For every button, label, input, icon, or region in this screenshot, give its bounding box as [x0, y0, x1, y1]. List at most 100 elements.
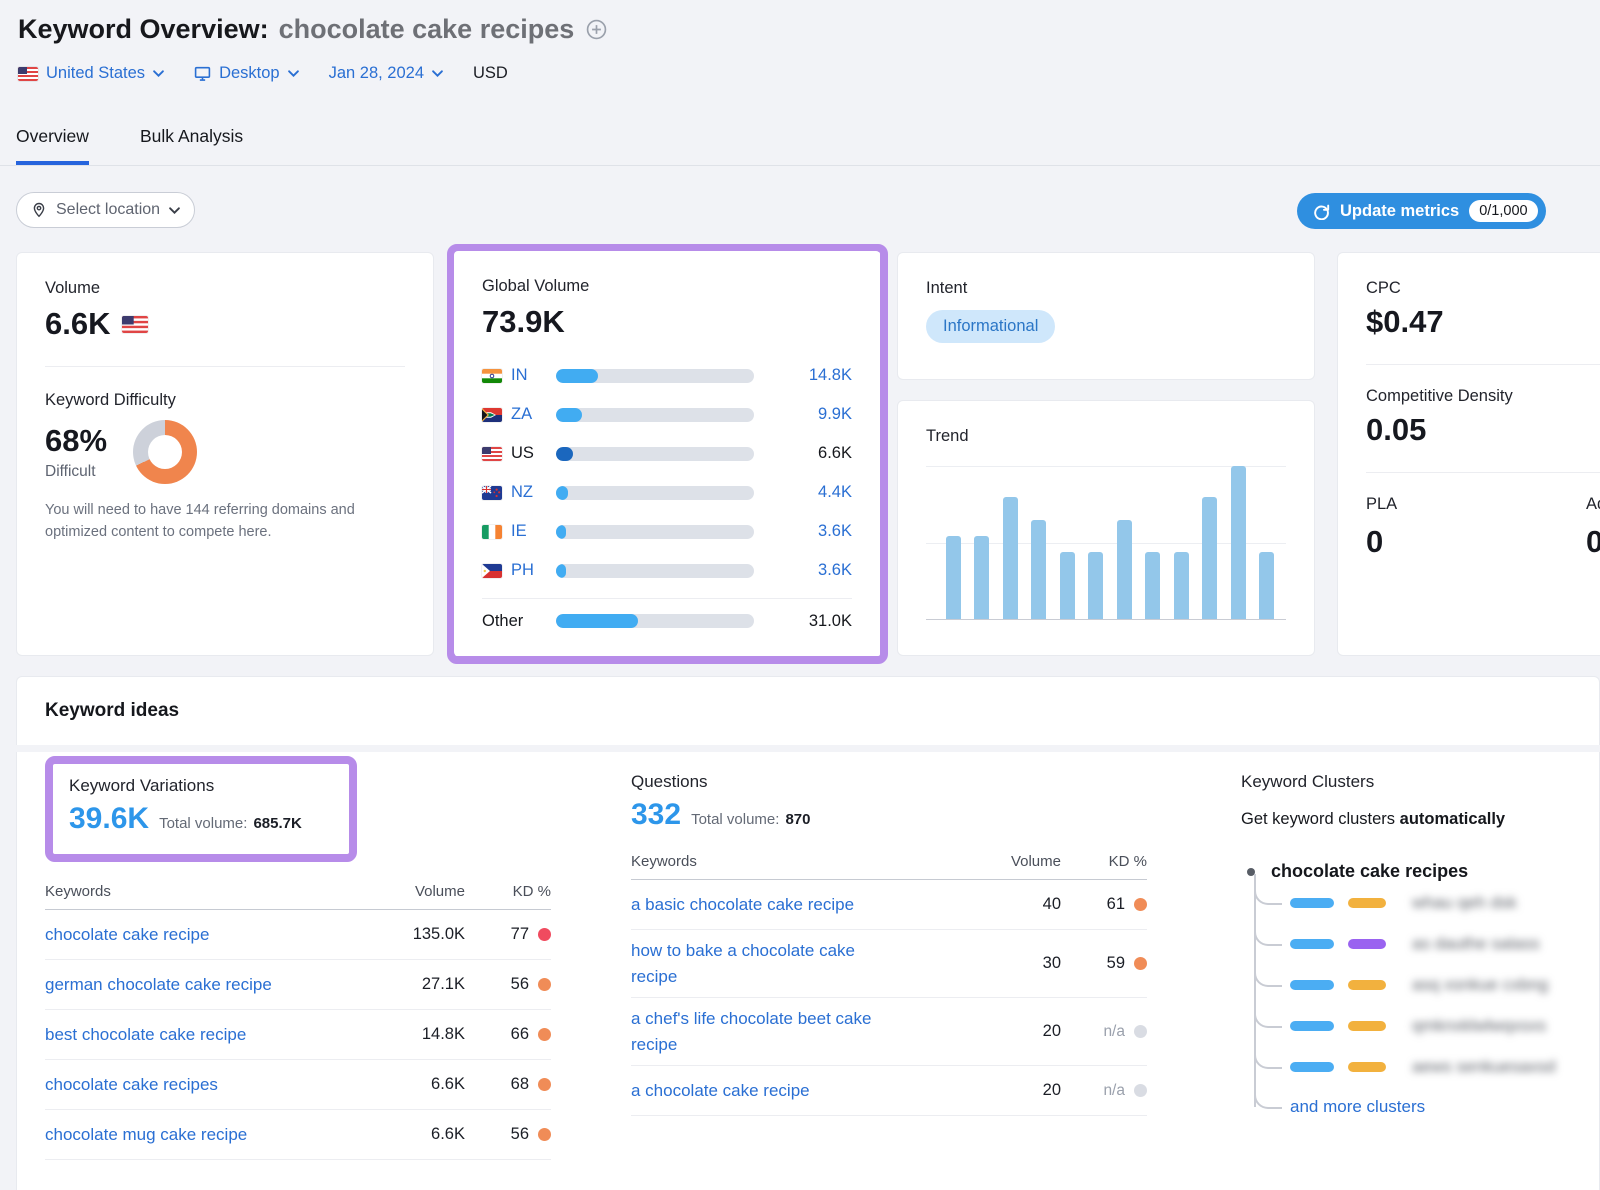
keywords-header: Keywords	[631, 853, 951, 870]
location-dropdown[interactable]: United States	[18, 64, 164, 83]
global-volume-list: IN 14.8K ZA 9.9K US 6.6K	[482, 356, 852, 590]
cluster-root: chocolate cake recipes	[1241, 861, 1579, 882]
variations-label: Keyword Variations	[69, 776, 333, 796]
kd-value: 56	[511, 1125, 529, 1144]
keyword-link[interactable]: how to bake a chocolate cake recipe	[631, 967, 903, 986]
volume-bar	[556, 369, 754, 383]
trend-bar	[946, 536, 961, 619]
keyword-volume: 20	[951, 1081, 1061, 1100]
cluster-pill-icon	[1348, 898, 1386, 908]
clusters-label: Keyword Clusters	[1241, 772, 1579, 792]
keyword-link[interactable]: chocolate cake recipes	[45, 1075, 218, 1094]
tab-bulk-analysis[interactable]: Bulk Analysis	[140, 126, 243, 161]
us-flag-icon	[18, 67, 38, 81]
trend-bar	[1231, 466, 1246, 619]
country-code-link[interactable]: IN	[511, 366, 547, 385]
update-metrics-button[interactable]: Update metrics 0/1,000	[1297, 193, 1546, 229]
cluster-pill-icon	[1348, 939, 1386, 949]
table-row: chocolate cake recipes 6.6K 68	[45, 1060, 551, 1110]
country-code-link[interactable]: ZA	[511, 405, 547, 424]
table-row: german chocolate cake recipe 27.1K 56	[45, 960, 551, 1010]
tab-overview[interactable]: Overview	[16, 126, 89, 165]
difficulty-label: Keyword Difficulty	[45, 391, 405, 410]
date-dropdown[interactable]: Jan 28, 2024	[329, 64, 443, 83]
cluster-item: as dauthe salass	[1254, 923, 1579, 964]
table-row: a chocolate cake recipe 20 n/a	[631, 1066, 1147, 1116]
keyword-link[interactable]: a chef's life chocolate beet cake recipe	[631, 1035, 903, 1054]
difficulty-note: You will need to have 144 referring doma…	[45, 500, 385, 544]
table-header: Keywords Volume KD %	[45, 874, 551, 910]
flag-ie-icon	[482, 525, 502, 539]
cluster-item-text-blurred: qmknxklwlwqxsxs	[1412, 1016, 1546, 1036]
chevron-down-icon	[169, 207, 180, 214]
country-volume: 9.9K	[763, 405, 852, 424]
flag-ph-icon	[482, 564, 502, 578]
volume-bar-fill	[556, 614, 638, 628]
keyword-link[interactable]: best chocolate cake recipe	[45, 1025, 246, 1044]
difficulty-dot	[538, 978, 551, 991]
date-label: Jan 28, 2024	[329, 64, 424, 83]
cpc-card: CPC $0.47 Competitive Density 0.05 PLA 0…	[1337, 252, 1600, 656]
kd-header: KD %	[465, 883, 551, 900]
add-keyword-icon[interactable]	[586, 19, 607, 40]
volume-bar-fill	[556, 447, 573, 461]
flag-us-icon	[482, 447, 502, 461]
keyword-link[interactable]: chocolate cake recipe	[45, 925, 209, 944]
difficulty-dot	[538, 928, 551, 941]
global-volume-row: US 6.6K	[482, 434, 852, 473]
device-label: Desktop	[219, 64, 280, 83]
kd-value: 77	[511, 925, 529, 944]
cluster-pill-icon	[1290, 898, 1334, 908]
more-clusters-link[interactable]: and more clusters	[1290, 1097, 1425, 1117]
chevron-down-icon	[153, 70, 164, 77]
country-code-link[interactable]: PH	[511, 561, 547, 580]
cluster-more-row: and more clusters	[1254, 1087, 1579, 1127]
filter-bar: United States Desktop Jan 28, 2024 USD	[18, 64, 508, 83]
volume-bar	[556, 614, 754, 628]
country-code-link[interactable]: US	[511, 444, 547, 463]
difficulty-dot	[538, 1128, 551, 1141]
ads-label: Ads	[1586, 495, 1600, 514]
kd-value: 56	[511, 975, 529, 994]
questions-total-label: Total volume:	[691, 811, 779, 828]
kd-value: 66	[511, 1025, 529, 1044]
difficulty-dot	[538, 1078, 551, 1091]
divider	[1366, 364, 1600, 365]
select-location-button[interactable]: Select location	[16, 192, 195, 228]
keyword-link[interactable]: german chocolate cake recipe	[45, 975, 272, 994]
country-volume: 4.4K	[763, 483, 852, 502]
table-row: a basic chocolate cake recipe 40 61	[631, 880, 1147, 930]
keyword-variations-column: Keyword Variations 39.6K Total volume: 6…	[17, 752, 591, 1190]
keyword-link[interactable]: chocolate mug cake recipe	[45, 1125, 247, 1144]
intent-label: Intent	[926, 279, 1286, 298]
country-code-link[interactable]: IE	[511, 522, 547, 541]
volume-bar-fill	[556, 408, 582, 422]
keyword-link[interactable]: a basic chocolate cake recipe	[631, 895, 854, 914]
competitive-density-value: 0.05	[1366, 412, 1600, 448]
table-row: best chocolate cake recipe 14.8K 66	[45, 1010, 551, 1060]
volume-bar-fill	[556, 564, 566, 578]
variations-total: 685.7K	[253, 815, 301, 832]
ads-value: 0	[1586, 524, 1600, 560]
divider	[45, 366, 405, 367]
volume-value: 6.6K	[45, 306, 110, 342]
volume-card: Volume 6.6K Keyword Difficulty 68% Diffi…	[16, 252, 434, 656]
volume-label: Volume	[45, 279, 405, 298]
pla-label: PLA	[1366, 495, 1586, 514]
competitive-density-label: Competitive Density	[1366, 387, 1600, 406]
country-code-link[interactable]: NZ	[511, 483, 547, 502]
other-volume: 31.0K	[763, 612, 852, 631]
cluster-item-text-blurred: as dauthe salass	[1412, 934, 1540, 954]
device-dropdown[interactable]: Desktop	[194, 64, 299, 83]
keyword-volume: 20	[951, 1022, 1061, 1041]
volume-header: Volume	[951, 853, 1061, 870]
global-volume-annotation-box: Global Volume 73.9K IN 14.8K ZA 9.9K	[447, 244, 888, 664]
volume-bar	[556, 564, 754, 578]
keyword-link[interactable]: a chocolate cake recipe	[631, 1081, 810, 1100]
other-label: Other	[482, 612, 547, 631]
country-volume: 14.8K	[763, 366, 852, 385]
trend-bar	[1117, 520, 1132, 619]
chevron-down-icon	[288, 70, 299, 77]
keyword-volume: 40	[951, 895, 1061, 914]
cluster-item: whau qeh dsk	[1254, 882, 1579, 923]
